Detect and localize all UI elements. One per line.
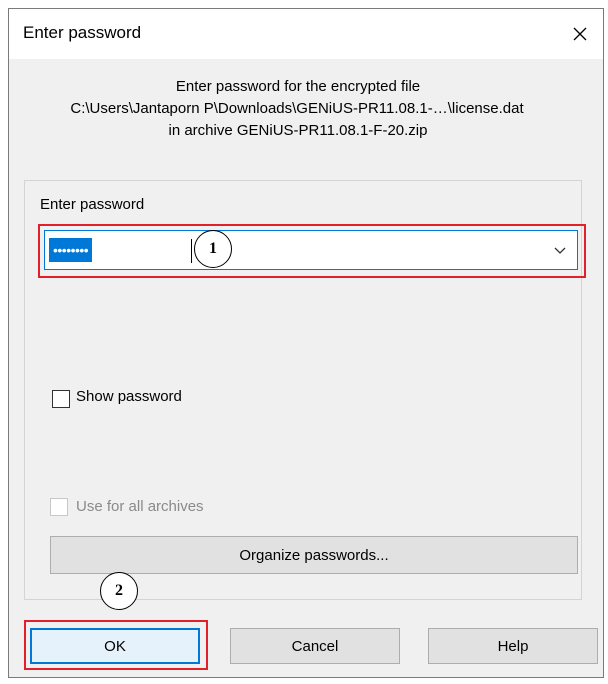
info-archive: in archive GENiUS-PR11.08.1-F-20.zip xyxy=(168,122,428,139)
step-badge-1: 1 xyxy=(194,230,232,268)
organize-passwords-button[interactable]: Organize passwords... xyxy=(50,536,578,574)
step-badge-2: 2 xyxy=(100,572,138,610)
info-file-path: C:\Users\Jantaporn P\Downloads\GENiUS-PR… xyxy=(70,100,524,117)
info-line-1: Enter password for the encrypted file xyxy=(175,78,421,95)
cancel-button[interactable]: Cancel xyxy=(230,628,400,664)
window-title: Enter password xyxy=(23,23,142,42)
use-for-all-archives-checkbox[interactable] xyxy=(50,498,68,516)
password-label: Enter password xyxy=(40,196,145,213)
file-info: Enter password for the encrypted file C:… xyxy=(0,76,596,142)
highlight-box-step-2 xyxy=(24,620,208,670)
close-icon xyxy=(573,27,587,41)
title-bar: Enter password xyxy=(9,9,603,59)
show-password-checkbox[interactable] xyxy=(52,390,70,408)
highlight-box-step-1 xyxy=(38,224,586,278)
help-button[interactable]: Help xyxy=(428,628,598,664)
use-for-all-archives-label[interactable]: Use for all archives xyxy=(76,498,204,515)
show-password-label[interactable]: Show password xyxy=(76,388,182,405)
close-button[interactable] xyxy=(557,9,603,59)
